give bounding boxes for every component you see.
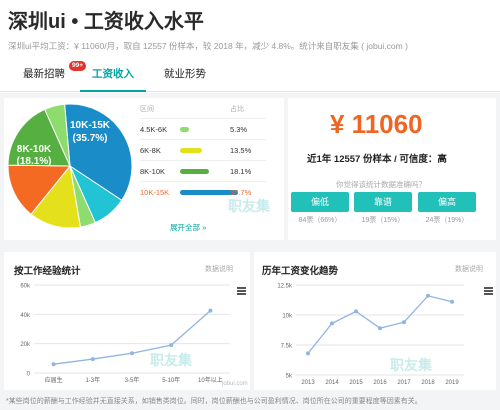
- x-tick-label: 2014: [325, 380, 339, 386]
- data-point[interactable]: [450, 299, 454, 304]
- distribution-row: 6K-8K 13.5%: [140, 139, 266, 161]
- x-tick-label: 10年以上: [198, 376, 223, 384]
- tab-label: 就业形势: [164, 68, 206, 80]
- distribution-row: 8K-10K 18.1%: [140, 160, 266, 182]
- salary-summary-text: 深圳ui平均工资：¥ 11060/月，取自 12557 份样本，较 2018 年…: [8, 41, 408, 51]
- share-percent: 18.1%: [230, 167, 252, 176]
- y-tick-label: 7.5k: [281, 344, 293, 350]
- watermark: 职友集: [228, 198, 270, 214]
- x-tick-label: 2015: [349, 380, 363, 386]
- vote-too-low-button[interactable]: 偏低: [291, 192, 349, 212]
- pie-label-8k-10k-percent: (18.1%): [16, 156, 51, 167]
- pie-label-10k-15k: 10K-15K: [70, 120, 111, 131]
- x-tick-label: 5-10年: [162, 376, 180, 384]
- tab-bar: 最新招聘 99+ 工资收入 就业形势: [0, 61, 500, 92]
- x-tick-label: 2019: [445, 380, 459, 386]
- chart-menu-icon[interactable]: [484, 287, 493, 295]
- tab-salary[interactable]: 工资收入: [80, 62, 146, 92]
- y-tick-label: 5k: [286, 374, 293, 380]
- vote-accurate-button[interactable]: 靠谱: [354, 192, 412, 212]
- data-point[interactable]: [354, 309, 358, 314]
- range-label: 6K-8K: [140, 146, 161, 155]
- pie-label-8k-10k: 8K-10K: [17, 144, 52, 155]
- vote-too-high-count: 24票（19%）: [425, 217, 469, 224]
- vote-too-high-button[interactable]: 偏高: [418, 192, 476, 212]
- y-tick-label: 60k: [20, 284, 31, 290]
- data-point[interactable]: [51, 362, 56, 367]
- x-tick-label: 1-3年: [85, 376, 100, 384]
- share-percent: 5.3%: [230, 125, 248, 134]
- data-point[interactable]: [330, 321, 334, 326]
- x-tick-label: 2017: [397, 380, 411, 386]
- average-salary-value: ¥ 11060: [330, 109, 423, 139]
- salary-trend-line-chart: 5k 7.5k 10k 12.5k 2013 2014 2015 2016 2017 2018 20…: [277, 284, 464, 386]
- data-point[interactable]: [306, 351, 310, 356]
- share-percent: 13.5%: [230, 146, 252, 155]
- data-point[interactable]: [169, 343, 174, 348]
- y-tick-label: 20k: [20, 342, 31, 348]
- pie-label-10k-15k-percent: (35.7%): [72, 133, 107, 144]
- vote-question: 你觉得该统计数据准确吗？: [336, 180, 426, 189]
- x-tick-label: 2018: [421, 380, 435, 386]
- experience-data-note-link[interactable]: 数据说明: [205, 264, 233, 274]
- distribution-row: 4.5K-6K 5.3%: [140, 118, 266, 140]
- tab-employment[interactable]: 就业形势: [152, 62, 218, 92]
- x-tick-label: 2013: [301, 380, 315, 386]
- vote-accurate-count: 19票（15%）: [361, 217, 405, 224]
- page-title: 深圳ui • 工资收入水平: [8, 11, 204, 33]
- data-point[interactable]: [208, 308, 213, 313]
- experience-line-chart: 0 20k 40k 60k 应届生 1-3年 3-5年 5-10年 10年以上: [20, 284, 230, 384]
- experience-chart-title: 按工作经验统计: [14, 266, 81, 277]
- data-point[interactable]: [90, 357, 95, 362]
- share-bar: [180, 169, 210, 174]
- tab-label: 最新招聘: [23, 68, 65, 80]
- trend-data-note-link[interactable]: 数据说明: [455, 264, 483, 274]
- data-point[interactable]: [426, 293, 430, 298]
- x-tick-label: 应届生: [45, 376, 63, 384]
- data-point[interactable]: [130, 351, 134, 356]
- x-tick-label: 2016: [373, 380, 387, 386]
- range-label: 4.5K-6K: [140, 125, 168, 134]
- expand-all-link[interactable]: 展开全部 »: [170, 222, 206, 233]
- chart-menu-icon[interactable]: [237, 287, 246, 295]
- range-column-header: 区间: [140, 106, 154, 113]
- watermark: 职友集: [150, 352, 192, 368]
- y-tick-label: 0: [27, 372, 31, 378]
- x-tick-label: 3-5年: [125, 376, 140, 384]
- range-label: 8K-10K: [140, 167, 166, 176]
- share-column-header: 占比: [230, 106, 244, 113]
- salary-pie-chart: 10K-15K (35.7%) 8K-10K(18.1%): [7, 103, 133, 229]
- watermark: 职友集: [390, 357, 432, 373]
- page-header: 深圳ui • 工资收入水平 深圳ui平均工资：¥ 11060/月，取自 1255…: [0, 0, 500, 93]
- y-tick-label: 40k: [20, 313, 31, 319]
- footnote: *某些岗位的薪酬与工作经验并无直接关系，如销售类岗位。同时，岗位薪酬也与公司盈利…: [6, 398, 422, 405]
- tab-label: 工资收入: [92, 68, 134, 80]
- data-point[interactable]: [378, 326, 382, 331]
- y-tick-label: 10k: [282, 314, 293, 320]
- trend-chart-title: 历年工资变化趋势: [262, 266, 339, 277]
- vote-too-low-count: 84票（66%）: [298, 217, 342, 224]
- data-point[interactable]: [402, 320, 406, 325]
- y-tick-label: 12.5k: [277, 284, 293, 290]
- share-bar: [180, 148, 202, 153]
- range-label: 10K-15K: [140, 188, 170, 197]
- sample-credibility-text: 近1年 12557 份样本 / 可信度：高: [307, 154, 447, 165]
- share-bar: [180, 127, 189, 132]
- tab-latest-jobs[interactable]: 最新招聘 99+: [12, 61, 86, 92]
- url-watermark: jobui.com: [222, 381, 248, 387]
